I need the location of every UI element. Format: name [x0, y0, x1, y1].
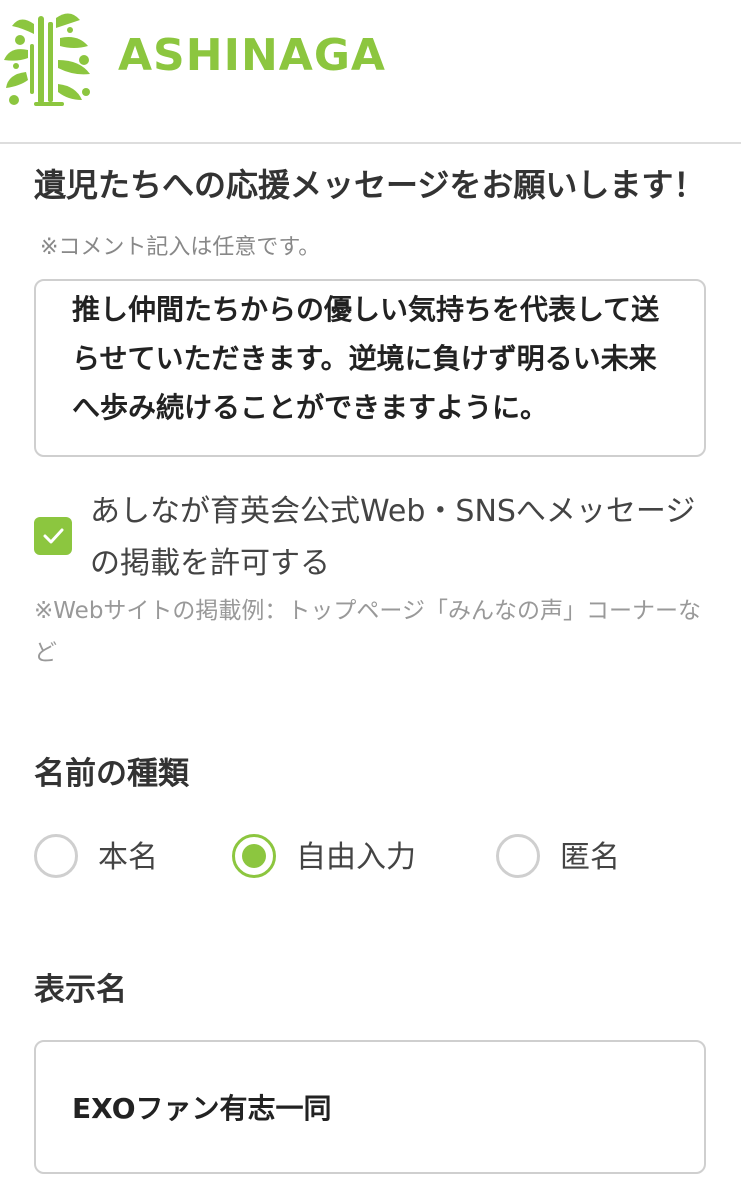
radio-anonymous[interactable]: 匿名: [496, 832, 646, 888]
name-type-title: 名前の種類: [34, 756, 189, 792]
publish-example-note: ※Webサイトの掲載例：トップページ「みんなの声」コーナーなど: [34, 598, 701, 666]
checkmark-icon: [43, 528, 64, 544]
radio-anonymous-circle[interactable]: [496, 834, 540, 878]
publish-permission-label[interactable]: あしなが育英会公式Web・SNSへメッセージの掲載を許可する: [90, 486, 710, 590]
radio-real-name-circle[interactable]: [34, 834, 78, 878]
radio-selected-dot: [242, 844, 266, 868]
radio-anonymous-label[interactable]: 匿名: [560, 832, 620, 884]
name-type-radio-group: 本名 自由入力 匿名: [0, 832, 741, 888]
display-name-value: EXOファン有志一同: [72, 1092, 332, 1125]
ashinaga-tree-logo-icon[interactable]: [0, 4, 104, 116]
message-section-title: 遺児たちへの応援メッセージをお願いします！ ※コメント記入は任意です。: [34, 156, 714, 277]
radio-free-input-circle[interactable]: [232, 834, 276, 878]
site-header: ASHINAGA: [0, 0, 741, 144]
radio-real-name[interactable]: 本名: [34, 832, 184, 888]
radio-real-name-label[interactable]: 本名: [98, 832, 158, 884]
message-text: 推し仲間たちからの優しい気持ちを代表して送らせていただきます。逆境に負けず明るい…: [72, 293, 660, 424]
display-name-input[interactable]: EXOファン有志一同: [34, 1040, 706, 1174]
radio-free-input-label[interactable]: 自由入力: [296, 832, 416, 884]
radio-free-input[interactable]: 自由入力: [232, 832, 452, 888]
message-title-text: 遺児たちへの応援メッセージをお願いします！: [34, 166, 706, 204]
display-name-title: 表示名: [34, 972, 127, 1008]
message-textarea[interactable]: 推し仲間たちからの優しい気持ちを代表して送らせていただきます。逆境に負けず明るい…: [34, 279, 706, 457]
publish-permission-checkbox[interactable]: [34, 517, 72, 555]
optional-note: ※コメント記入は任意です。: [40, 235, 321, 260]
logo-text[interactable]: ASHINAGA: [118, 30, 386, 81]
